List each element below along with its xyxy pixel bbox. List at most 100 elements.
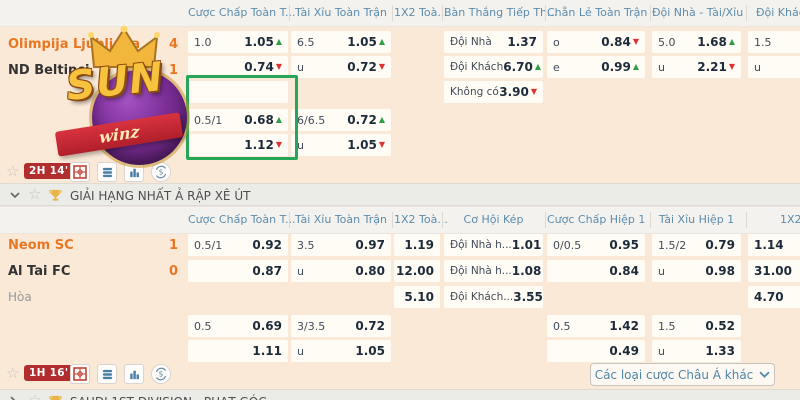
odds-cell-1x2-h1-draw[interactable]: 4.70 [748, 286, 800, 308]
market-header-handicap-ft: Cược Chấp Toàn T... [188, 212, 288, 228]
favorite-star-icon[interactable]: ☆ [28, 393, 41, 400]
odds-cell-ou-ft-over[interactable]: 3.50.97 [291, 234, 391, 256]
dropdown-label: Các loại cược Châu Á khác [595, 368, 754, 382]
odds-cell-hdp-ft-away[interactable]: 0.74▼ [188, 56, 288, 78]
odds-value: 0.95 [609, 238, 639, 252]
odds-value: 0.74 [244, 60, 274, 74]
odds-cell-empty[interactable] [188, 81, 288, 103]
odds-cell-even[interactable]: e0.99▲ [547, 56, 645, 78]
handicap: 0.5/1 [194, 239, 222, 252]
odds-cell-hdp2-home[interactable]: 0.50.69 [188, 315, 288, 337]
odds-cell-dc-x2[interactable]: Đội Khách...3.55 [444, 286, 543, 308]
handicap: u [297, 265, 304, 278]
trend-up-icon: ▲ [729, 38, 735, 46]
stats-button[interactable] [124, 364, 144, 384]
odds-value: 5.10 [404, 290, 434, 304]
trend-up-icon: ▲ [276, 116, 282, 124]
favorite-star-icon[interactable]: ☆ [6, 366, 19, 381]
chevron-down-icon[interactable] [10, 192, 20, 199]
odds-cell-hdp2-h1-away[interactable]: 0.49 [547, 340, 645, 362]
handicap: 3/3.5 [297, 320, 325, 333]
odds-value: 1.05 [355, 344, 385, 358]
handicap: 3.5 [297, 239, 315, 252]
chevron-right-icon[interactable] [10, 396, 17, 400]
favorite-star-icon[interactable]: ☆ [28, 187, 41, 202]
odds-value: 1.19 [404, 238, 434, 252]
divider [442, 212, 443, 228]
odds-cell-ou-h1-under[interactable]: u0.98 [652, 260, 741, 282]
label: Đội Khách [450, 61, 503, 73]
odds-cell-1x2-h1-away[interactable]: 31.00 [748, 260, 800, 282]
odds-cell-away-ou-over[interactable]: 1.5 [748, 31, 800, 53]
betting-board: Cược Chấp Toàn T... Tài Xỉu Toàn Trận 1X… [0, 0, 800, 400]
stats-button[interactable] [124, 162, 144, 182]
odds-cell-1x2-away[interactable]: 12.00 [394, 260, 440, 282]
divider [746, 5, 747, 21]
handicap: u [754, 61, 761, 74]
league-row-saudi-d1[interactable]: ☆ GIẢI HẠNG NHẤT Ả RẬP XÊ ÚT [0, 183, 800, 206]
chevron-down-icon [759, 371, 770, 379]
odds-value: 1.37 [507, 35, 537, 49]
odds-cell-1x2-h1-home[interactable]: 1.14 [748, 234, 800, 256]
odds-value: 1.01 [512, 238, 542, 252]
league-row-saudi-d1-corners[interactable]: ☆ SAUDI 1ST DIVISION - PHẠT GÓC [0, 389, 800, 400]
field-grid-icon [73, 165, 87, 179]
odds-value: 0.49 [609, 344, 639, 358]
odds-cell-away-ou-under[interactable]: u [748, 56, 800, 78]
odds-cell-ou2-h1-over[interactable]: 1.50.52 [652, 315, 741, 337]
layers-button[interactable] [97, 162, 117, 182]
odds-cell-hdp2-away[interactable]: 1.11 [188, 340, 288, 362]
odds-cell-nextgoal-away[interactable]: Đội Khách6.70▲ [444, 56, 543, 78]
handicap: 6.5 [297, 36, 315, 49]
field-grid-button[interactable] [70, 162, 90, 182]
odds-cell-hdp-ft-home[interactable]: 0.5/10.92 [188, 234, 288, 256]
odds-cell-hdp2-away[interactable]: 1.12▼ [188, 134, 288, 156]
odds-cell-ou2-under[interactable]: u1.05▼ [291, 134, 391, 156]
odds-cell-ou-h1-over[interactable]: 1.5/20.79 [652, 234, 741, 256]
odds-cell-1x2-home[interactable]: 1.19 [394, 234, 440, 256]
odds-cell-ou-ft-under[interactable]: u0.80 [291, 260, 391, 282]
odds-cell-hdp-h1-home[interactable]: 0/0.50.95 [547, 234, 645, 256]
odds-cell-dc-1x[interactable]: Đội Nhà h...1.01 [444, 234, 543, 256]
odds-cell-hdp2-h1-home[interactable]: 0.5 1.42 [547, 315, 645, 337]
away-score: 0 [156, 264, 178, 279]
odds-cell-hdp-ft-away[interactable]: 0.87 [188, 260, 288, 282]
odds-cell-ou2-h1-under[interactable]: u1.33 [652, 340, 741, 362]
svg-text:$: $ [159, 168, 164, 177]
label: e [553, 61, 560, 74]
trend-up-icon: ▲ [535, 63, 541, 71]
odds-cell-odd[interactable]: o0.84▼ [547, 31, 645, 53]
market-header-overunder-h1: Tài Xỉu Hiệp 1 [652, 212, 741, 228]
odds-cell-dc-12[interactable]: Đội Nhà h...1.08 [444, 260, 543, 282]
odds-cell-1x2-draw[interactable]: 5.10 [394, 286, 440, 308]
handicap: 0.5 [553, 320, 571, 333]
odds-value: 1.42 [609, 319, 639, 333]
odds-cell-hdp2-home[interactable]: 0.5/10.68▲ [188, 109, 288, 131]
odds-cell-nextgoal-none[interactable]: Không có3.90▼ [444, 81, 543, 103]
odds-cell-ou2-over[interactable]: 6/6.50.72▲ [291, 109, 391, 131]
odds-cell-ou2-over[interactable]: 3/3.50.72 [291, 315, 391, 337]
odds-cell-hdp-h1-away[interactable]: 0.84 [547, 260, 645, 282]
trend-up-icon: ▲ [379, 38, 385, 46]
odds-cell-hdp-ft-home[interactable]: 1.01.05▲ [188, 31, 288, 53]
field-grid-button[interactable] [70, 364, 90, 384]
layers-button[interactable] [97, 364, 117, 384]
odds-cell-ou-ft-over[interactable]: 6.51.05▲ [291, 31, 391, 53]
market-header-strip-1: Cược Chấp Toàn T... Tài Xỉu Toàn Trận 1X… [0, 0, 800, 27]
home-score: 4 [156, 37, 178, 52]
odds-cell-home-ou-under[interactable]: u2.21▼ [652, 56, 741, 78]
favorite-star-icon[interactable]: ☆ [6, 164, 19, 179]
odds-value: 0.69 [252, 319, 282, 333]
divider [650, 5, 651, 21]
odds-cell-home-ou-over[interactable]: 5.01.68▲ [652, 31, 741, 53]
league-name: GIẢI HẠNG NHẤT Ả RẬP XÊ ÚT [70, 189, 250, 203]
logo-ribbon-text: winz [99, 122, 139, 148]
cashout-button[interactable]: $ [151, 364, 171, 384]
cashout-button[interactable]: $ [151, 162, 171, 182]
more-asian-bets-dropdown[interactable]: Các loại cược Châu Á khác [590, 363, 775, 386]
field-grid-icon [73, 367, 87, 381]
trend-up-icon: ▲ [379, 116, 385, 124]
odds-cell-nextgoal-home[interactable]: Đội Nhà1.37 [444, 31, 543, 53]
odds-cell-ou2-under[interactable]: u1.05 [291, 340, 391, 362]
odds-cell-ou-ft-under[interactable]: u0.72▼ [291, 56, 391, 78]
